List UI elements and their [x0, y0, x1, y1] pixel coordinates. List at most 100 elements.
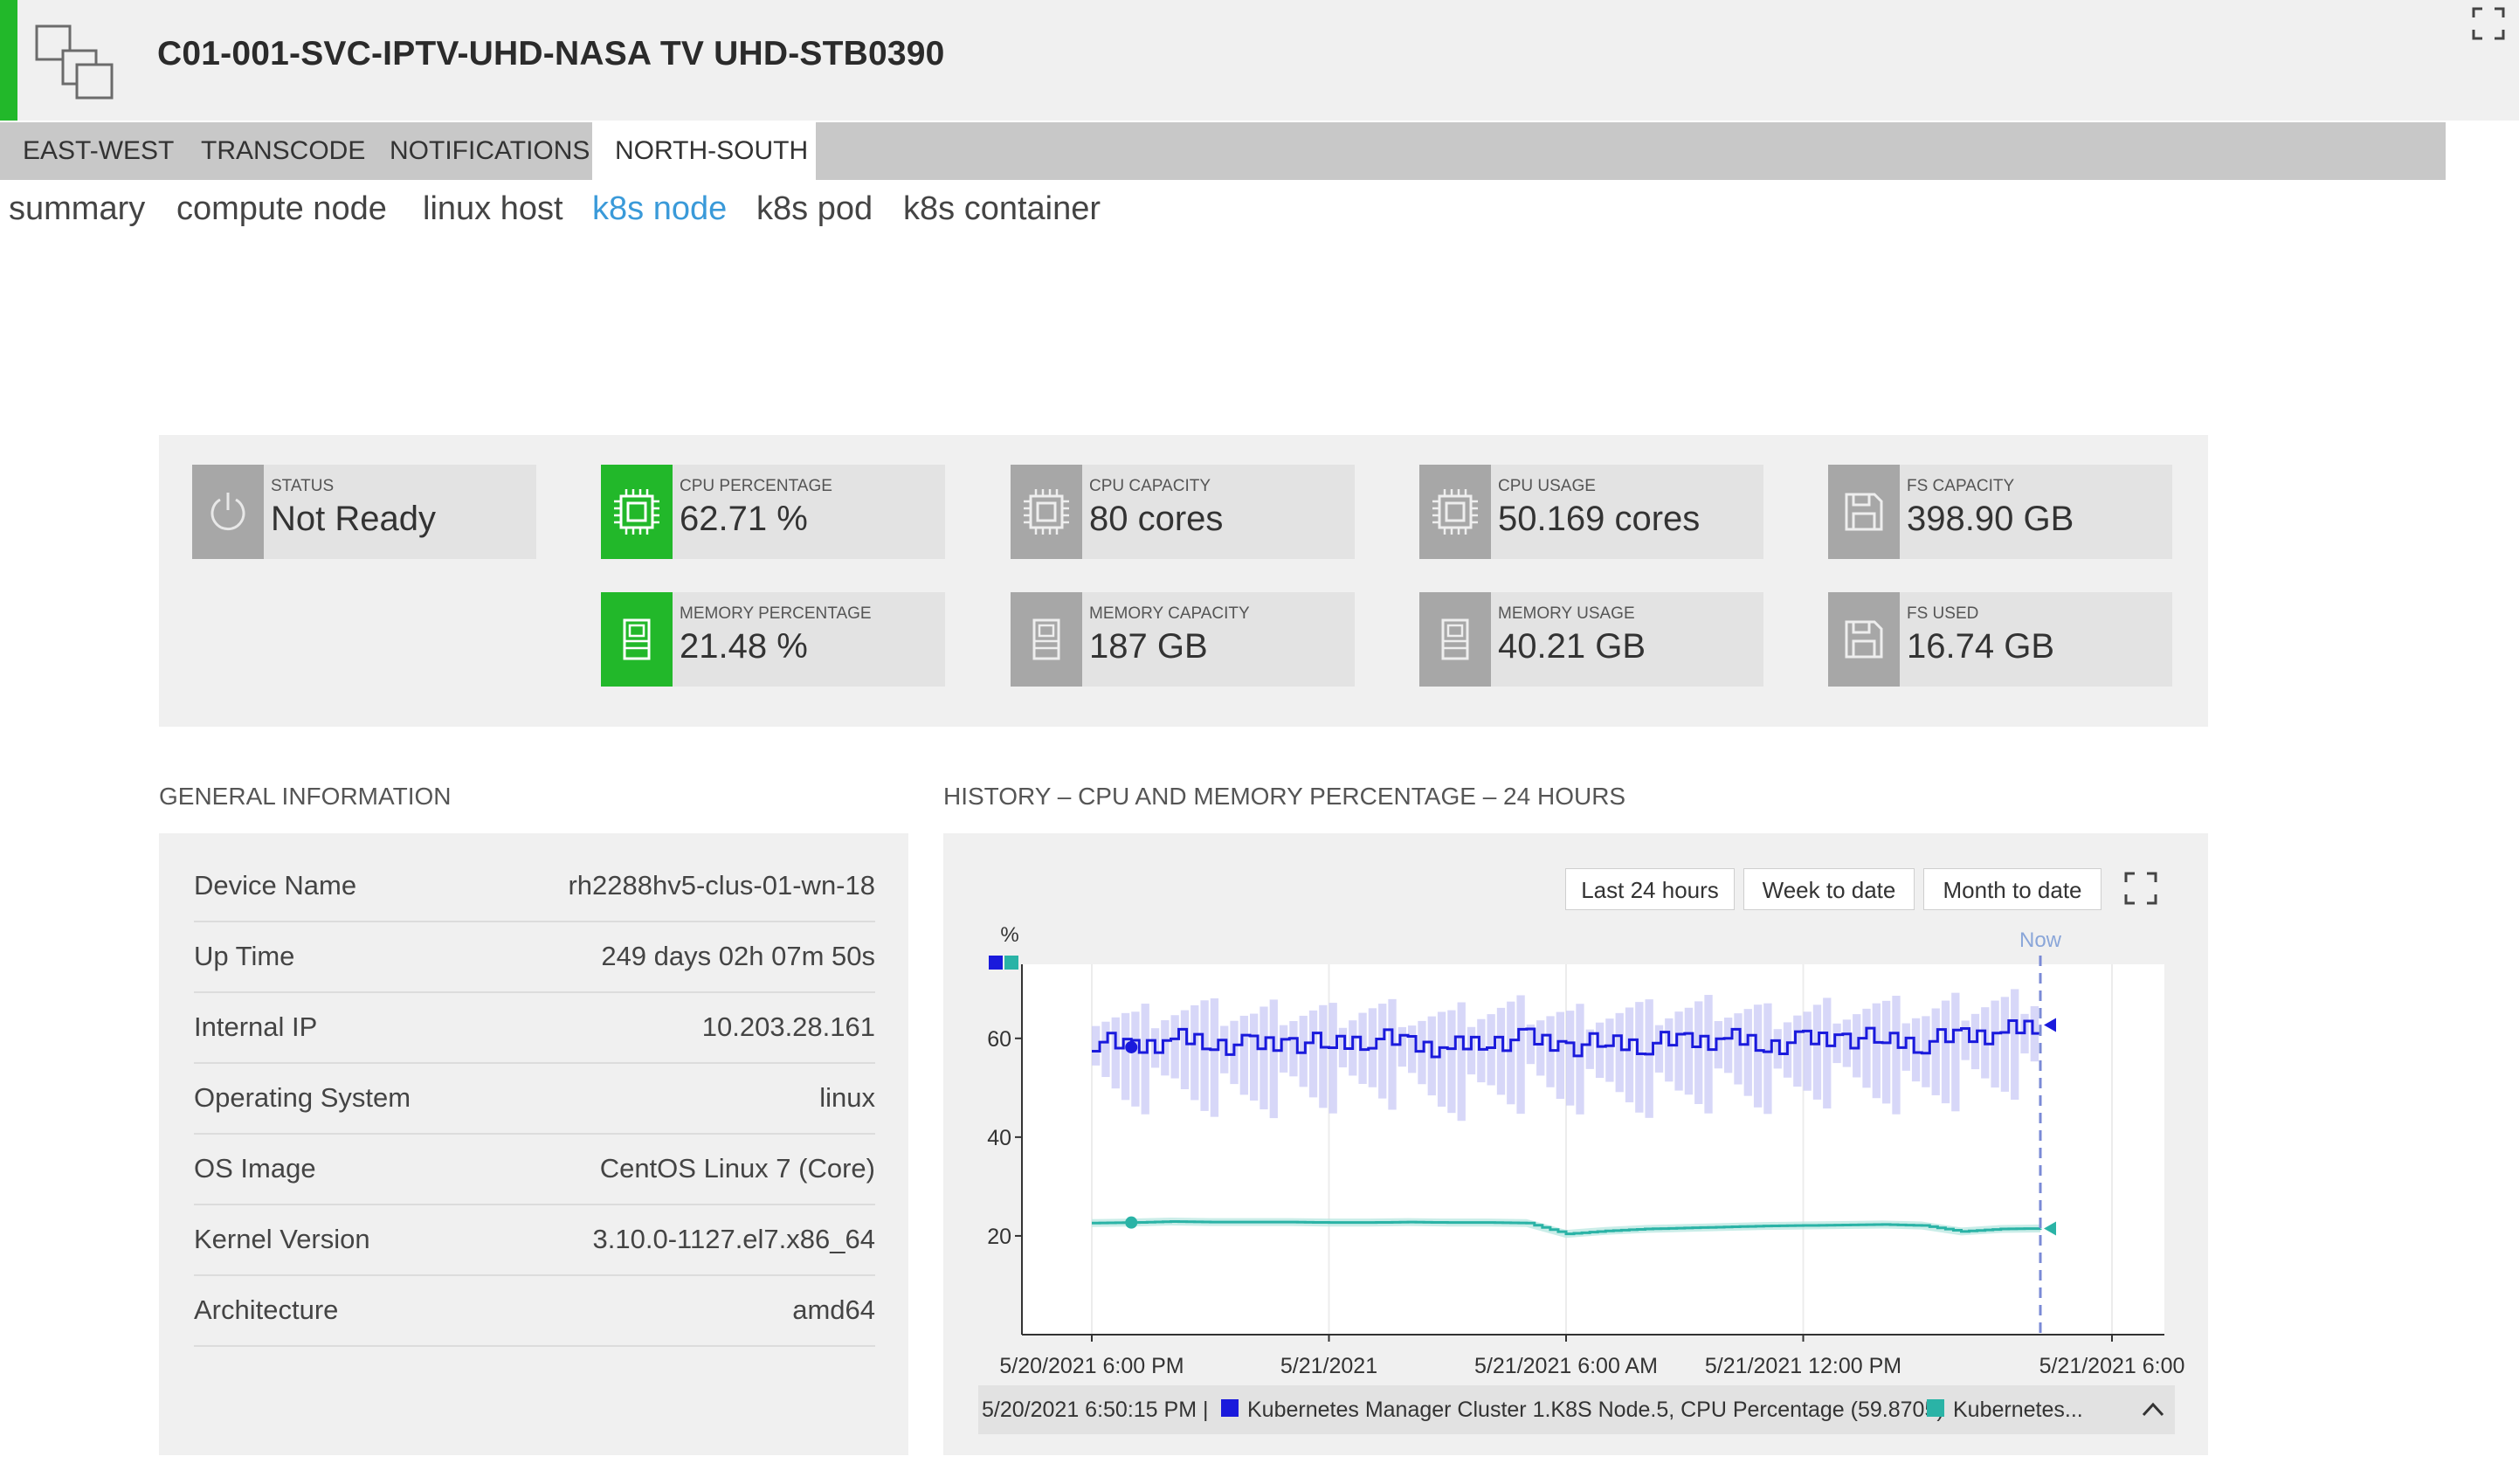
info-value: rh2288hv5-clus-01-wn-18 — [568, 870, 875, 901]
info-key: Operating System — [194, 1082, 411, 1113]
subnav-compute-node[interactable]: compute node — [176, 190, 387, 228]
metric-value: 398.90 GB — [1907, 500, 2074, 538]
cpu-range-bar — [1803, 1011, 1812, 1091]
metric-value: 40.21 GB — [1498, 627, 1646, 666]
memory-icon — [601, 592, 673, 687]
range-last-24-hours-button[interactable]: Last 24 hours — [1565, 868, 1735, 910]
cpu-range-bar — [1753, 1004, 1763, 1108]
y-tick-label: 60 — [987, 1027, 1011, 1052]
range-month-to-date-button[interactable]: Month to date — [1923, 868, 2101, 910]
info-row-operating-system: Operating System linux — [194, 1063, 875, 1135]
cpu-range-bar — [1872, 1003, 1881, 1099]
cpu-range-bar — [1931, 1008, 1940, 1095]
metric-cpu-percentage: CPU PERCENTAGE 62.71 % — [601, 465, 945, 559]
info-row-internal-ip: Internal IP 10.203.28.161 — [194, 992, 875, 1064]
cpu-icon — [1011, 465, 1082, 559]
subnav-k8s-node[interactable]: k8s node — [592, 190, 727, 228]
tab-north-south[interactable]: NORTH-SOUTH — [592, 122, 816, 180]
cpu-range-bar — [2011, 989, 2019, 1101]
x-tick-label: 5/21/2021 6:00 AM — [1474, 1354, 1658, 1378]
cpu-range-bar — [1507, 1001, 1515, 1105]
status-time: 5/20/2021 6:50:15 PM | — [982, 1398, 1209, 1422]
cpu-range-bar — [1645, 999, 1653, 1118]
cpu-range-bar — [1319, 1004, 1328, 1108]
cpu-range-bar — [1625, 1007, 1634, 1103]
memory-icon — [1419, 592, 1491, 687]
power-icon — [192, 465, 264, 559]
metric-label: CPU CAPACITY — [1089, 477, 1211, 495]
cpu-range-bar — [1477, 1018, 1486, 1083]
cpu-range-bar — [1566, 1011, 1575, 1106]
metric-fs-used: FS USED 16.74 GB — [1828, 592, 2172, 687]
info-value: amd64 — [792, 1294, 875, 1325]
cpu-range-bar — [1674, 1011, 1683, 1091]
cpu-range-bar — [1665, 1018, 1674, 1082]
info-row-up-time: Up Time 249 days 02h 07m 50s — [194, 921, 875, 993]
general-info-title: GENERAL INFORMATION — [159, 783, 452, 810]
metric-value: 16.74 GB — [1907, 627, 2055, 666]
cpu-range-bar — [1941, 1000, 1950, 1104]
metric-memory-usage: MEMORY USAGE 40.21 GB — [1419, 592, 1763, 687]
metric-value: Not Ready — [271, 500, 436, 538]
cpu-range-bar — [1951, 992, 1960, 1112]
cpu-range-bar — [1457, 1002, 1466, 1122]
cpu-range-bar — [1269, 999, 1278, 1119]
info-key: Kernel Version — [194, 1224, 370, 1254]
cpu-range-bar — [1180, 1010, 1190, 1090]
info-row-architecture: Architecture amd64 — [194, 1275, 875, 1347]
cpu-range-bar — [1467, 1026, 1476, 1075]
cpu-hover-point — [1125, 1040, 1138, 1053]
tab-notifications[interactable]: NOTIFICATIONS — [367, 122, 612, 180]
y-axis-label: % — [1000, 923, 1018, 947]
cpu-range-bar — [1239, 1015, 1248, 1095]
subnav-linux-host[interactable]: linux host — [423, 190, 563, 228]
metrics-panel: STATUS Not Ready CPU PERCENTAGE 62.71 % … — [159, 435, 2208, 727]
info-row-kernel-version: Kernel Version 3.10.0-1127.el7.x86_64 — [194, 1204, 875, 1276]
cpu-range-bar — [1121, 1012, 1130, 1101]
cpu-range-bar — [1131, 1011, 1140, 1107]
subnav-k8s-pod[interactable]: k8s pod — [756, 190, 873, 228]
history-chart[interactable]: 20 40 60% 5/20/2021 6:00 PM 5/21/2021 5/21/20… — [943, 833, 2208, 1385]
fullscreen-icon[interactable] — [2470, 5, 2507, 42]
chart-fullscreen-icon[interactable] — [2122, 870, 2159, 907]
cpu-range-bar — [2000, 997, 2010, 1092]
cpu-range-bar — [1684, 1007, 1694, 1095]
cpu-range-bar — [1437, 1011, 1446, 1107]
cpu-range-bar — [1615, 1012, 1624, 1093]
cpu-range-bar — [1398, 1026, 1406, 1067]
metric-memory-capacity: MEMORY CAPACITY 187 GB — [1011, 592, 1355, 687]
page-title: C01-001-SVC-IPTV-UHD-NASA TV UHD-STB0390 — [157, 35, 945, 72]
metric-label: FS CAPACITY — [1907, 477, 2015, 495]
cpu-range-bar — [1724, 1018, 1733, 1073]
cpu-range-bar — [1260, 1006, 1268, 1110]
info-value: 10.203.28.161 — [701, 1011, 875, 1042]
subnav-k8s-container[interactable]: k8s container — [903, 190, 1101, 228]
cpu-range-bar — [1595, 1022, 1605, 1079]
range-week-to-date-button[interactable]: Week to date — [1743, 868, 1915, 910]
cpu-range-bar — [1250, 1013, 1259, 1101]
cpu-range-bar — [1892, 996, 1901, 1115]
cpu-range-bar — [1694, 1001, 1703, 1104]
cpu-range-bar — [1793, 1015, 1802, 1087]
cpu-legend-swatch — [1221, 1399, 1239, 1417]
cpu-icon — [1419, 465, 1491, 559]
cpu-range-bar — [1170, 1015, 1179, 1079]
status-accent-bar — [0, 0, 17, 121]
cpu-range-bar — [1536, 1020, 1545, 1076]
tab-transcode[interactable]: TRANSCODE — [178, 122, 388, 180]
metric-status: STATUS Not Ready — [192, 465, 536, 559]
x-tick-label: 5/21/2021 12:00 PM — [1705, 1354, 1901, 1378]
cpu-range-bar — [1763, 1003, 1772, 1115]
metric-cpu-capacity: CPU CAPACITY 80 cores — [1011, 465, 1355, 559]
chevron-up-icon[interactable] — [2140, 1398, 2166, 1422]
info-key: Device Name — [194, 870, 357, 901]
cpu-range-bar — [1635, 1002, 1644, 1113]
tab-bar: EAST-WEST TRANSCODE NOTIFICATIONS NORTH-… — [0, 122, 2446, 180]
metric-label: MEMORY CAPACITY — [1089, 604, 1250, 623]
cpu-range-bar — [1882, 1000, 1891, 1104]
metric-value: 80 cores — [1089, 500, 1224, 538]
tab-east-west[interactable]: EAST-WEST — [0, 122, 197, 180]
info-key: Internal IP — [194, 1011, 318, 1042]
subnav-summary[interactable]: summary — [9, 190, 145, 228]
cpu-range-bar — [1556, 1011, 1564, 1100]
